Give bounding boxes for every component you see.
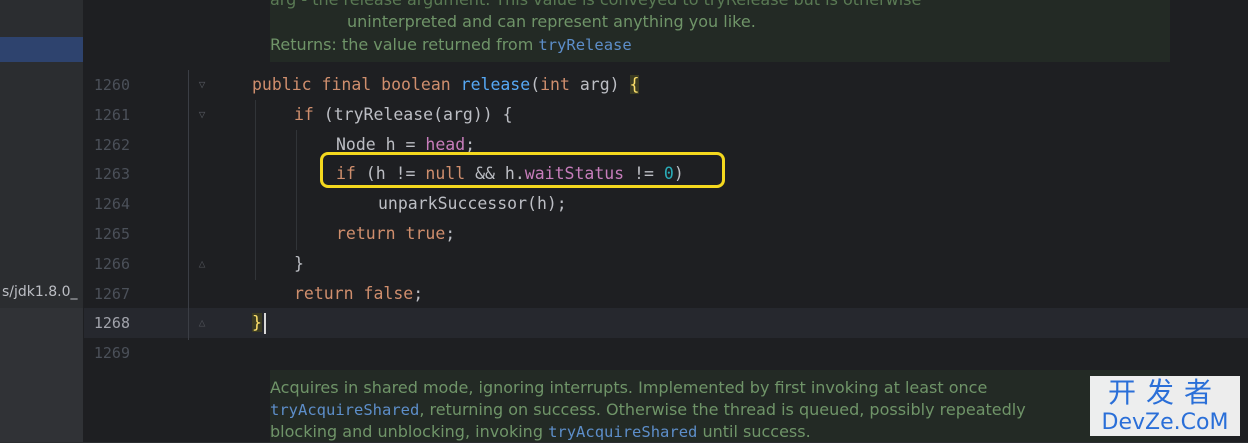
javadoc-link[interactable]: tryAcquireShared xyxy=(270,401,419,419)
javadoc-param-line-2: uninterpreted and can represent anything… xyxy=(347,12,756,31)
javadoc-param-line: arg - the release argument. This value i… xyxy=(270,0,1170,11)
sidebar-path-label[interactable]: s/jdk1.8.0_ xyxy=(2,284,78,300)
code-line[interactable]: } xyxy=(252,308,262,338)
fold-end-icon[interactable]: △ xyxy=(196,317,208,329)
line-number-current: 1268 xyxy=(93,314,130,332)
code-line[interactable]: public final boolean release(int arg) { xyxy=(252,70,640,100)
code-line[interactable]: } xyxy=(252,249,304,279)
fold-end-icon[interactable]: △ xyxy=(196,258,208,270)
line-number: 1264 xyxy=(93,195,130,213)
javadoc-block-top: arg - the release argument. This value i… xyxy=(270,0,1170,62)
line-number: 1269 xyxy=(93,344,130,362)
javadoc-block-bottom: Acquires in shared mode, ignoring interr… xyxy=(270,370,1170,442)
returns-link[interactable]: tryRelease xyxy=(538,36,631,54)
line-number: 1266 xyxy=(93,255,130,273)
highlight-annotation-box xyxy=(320,152,725,188)
code-line[interactable]: unparkSuccessor(h); xyxy=(252,189,567,219)
line-number: 1267 xyxy=(93,285,130,303)
text-caret xyxy=(264,313,266,334)
javadoc-line: blocking and unblocking, invoking tryAcq… xyxy=(270,422,811,441)
fold-gutter-guide xyxy=(188,70,189,340)
code-line[interactable]: if (tryRelease(arg)) { xyxy=(252,100,513,130)
project-sidebar: s/jdk1.8.0_ xyxy=(0,0,84,442)
line-number: 1265 xyxy=(93,225,130,243)
fold-open-icon[interactable]: ▽ xyxy=(196,79,208,91)
line-number: 1260 xyxy=(93,76,130,94)
fold-open-icon[interactable]: ▽ xyxy=(196,109,208,121)
javadoc-returns-line: Returns: the value returned from tryRele… xyxy=(270,35,632,54)
site-watermark-logo: 开发者 DevZe.CoM xyxy=(1090,376,1240,436)
code-line[interactable]: return false; xyxy=(252,279,423,309)
line-number: 1262 xyxy=(93,136,130,154)
code-editor[interactable]: arg - the release argument. This value i… xyxy=(84,0,1248,442)
code-line[interactable]: return true; xyxy=(252,219,455,249)
javadoc-link[interactable]: tryAcquireShared xyxy=(548,423,697,441)
sidebar-selected-row[interactable] xyxy=(0,37,83,62)
sidebar-lower-panel xyxy=(0,308,83,442)
line-number: 1263 xyxy=(93,165,130,183)
javadoc-line: Acquires in shared mode, ignoring interr… xyxy=(270,378,988,397)
javadoc-line: tryAcquireShared, returning on success. … xyxy=(270,400,1026,419)
line-number: 1261 xyxy=(93,106,130,124)
